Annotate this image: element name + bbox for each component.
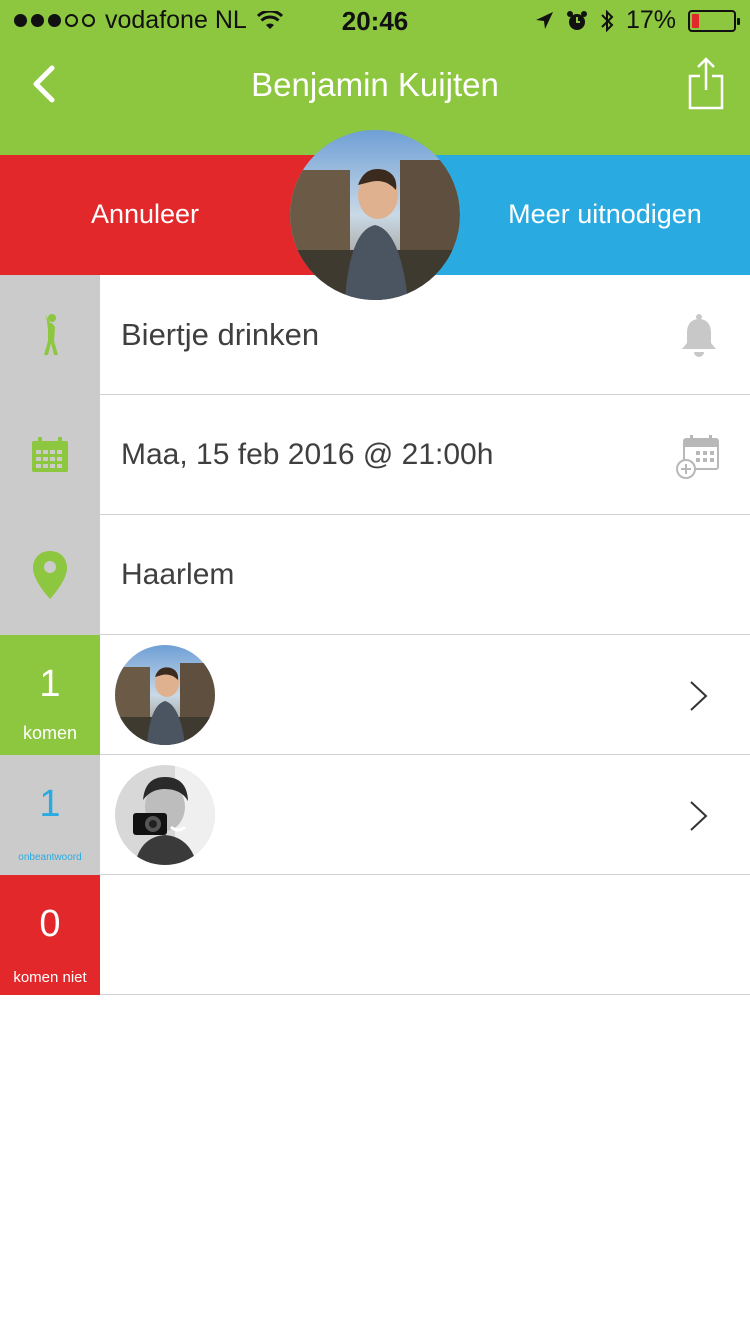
event-location: Haarlem bbox=[121, 558, 235, 591]
rsvp-unanswered-row[interactable]: 1 onbeantwoord bbox=[0, 755, 750, 875]
page-title: Benjamin Kuijten bbox=[251, 66, 499, 103]
activity-icon-cell bbox=[0, 275, 100, 395]
avatar bbox=[115, 765, 215, 865]
coming-count-cell: 1 komen bbox=[0, 635, 100, 755]
not-coming-count-cell: 0 komen niet bbox=[0, 875, 100, 995]
bluetooth-icon bbox=[601, 9, 614, 32]
event-datetime: Maa, 15 feb 2016 @ 21:00h bbox=[121, 438, 494, 471]
cancel-button-label: Annuleer bbox=[90, 199, 200, 229]
not-coming-count: 0 bbox=[39, 903, 61, 945]
share-icon[interactable] bbox=[686, 56, 726, 110]
add-to-calendar-icon[interactable] bbox=[676, 435, 722, 481]
location-row: Haarlem bbox=[0, 515, 750, 635]
avatar bbox=[115, 645, 215, 745]
unanswered-count-cell: 1 onbeantwoord bbox=[0, 755, 100, 875]
person-cheering-icon bbox=[44, 314, 58, 355]
not-coming-label: komen niet bbox=[13, 969, 87, 986]
unanswered-count: 1 bbox=[39, 783, 61, 825]
battery-icon bbox=[688, 9, 740, 32]
location-icon-cell bbox=[0, 515, 100, 635]
chevron-right-icon[interactable] bbox=[688, 799, 710, 833]
chevron-right-icon[interactable] bbox=[688, 679, 710, 713]
alarm-clock-icon bbox=[566, 10, 587, 30]
date-icon-cell bbox=[0, 395, 100, 515]
coming-count: 1 bbox=[39, 663, 61, 705]
bell-icon[interactable] bbox=[676, 313, 722, 359]
coming-label: komen bbox=[22, 723, 78, 743]
activity-row: Biertje drinken bbox=[0, 275, 750, 395]
location-arrow-icon bbox=[535, 11, 553, 29]
rsvp-coming-row[interactable]: 1 komen bbox=[0, 635, 750, 755]
status-bar: vodafone NL 20:46 17% bbox=[0, 0, 750, 40]
battery-level bbox=[692, 13, 699, 28]
calendar-icon bbox=[32, 437, 68, 472]
activity-name: Biertje drinken bbox=[121, 317, 320, 352]
rsvp-not-coming-row[interactable]: 0 komen niet bbox=[0, 875, 750, 995]
map-pin-icon bbox=[33, 551, 67, 599]
status-right: 17% bbox=[534, 6, 740, 35]
battery-percentage: 17% bbox=[625, 6, 676, 34]
unanswered-label: onbeantwoord bbox=[18, 852, 82, 863]
invite-more-button-label: Meer uitnodigen bbox=[508, 199, 702, 229]
date-row: Maa, 15 feb 2016 @ 21:00h bbox=[0, 395, 750, 515]
